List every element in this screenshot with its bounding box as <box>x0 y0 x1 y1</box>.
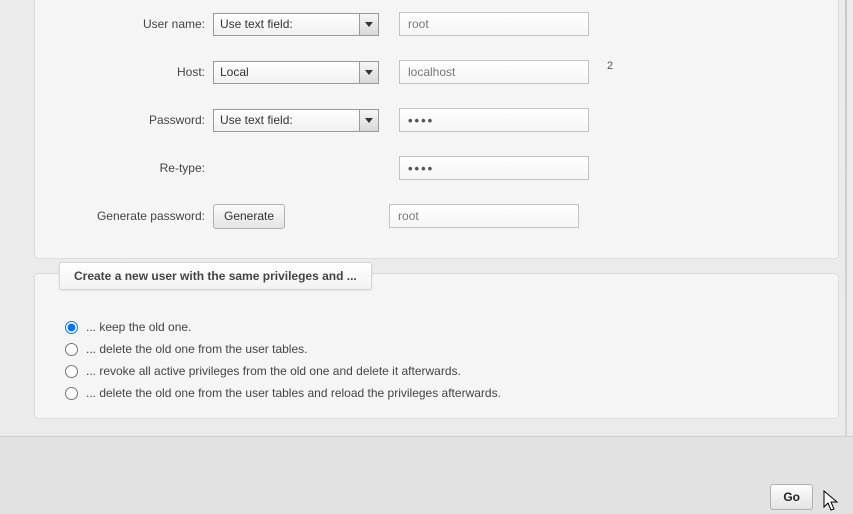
input-password-value: •••• <box>408 113 434 128</box>
chevron-down-icon <box>359 14 378 35</box>
input-password[interactable]: •••• <box>399 108 589 132</box>
select-password-mode[interactable]: Use text field: <box>213 109 379 132</box>
row-password: Password: Use text field: •••• <box>45 96 828 144</box>
go-button-label: Go <box>783 490 800 504</box>
copy-user-panel: Create a new user with the same privileg… <box>34 273 839 419</box>
host-footnote: 2 <box>607 60 613 72</box>
label-username: User name: <box>45 17 213 31</box>
label-host: Host: <box>45 65 213 79</box>
row-host: Host: Local localhost 2 <box>45 48 828 96</box>
select-username-mode-value: Use text field: <box>220 17 293 31</box>
radio-delete-reload-label[interactable]: ... delete the old one from the user tab… <box>86 386 501 400</box>
row-username: User name: Use text field: root <box>45 0 828 48</box>
chevron-down-icon <box>359 110 378 131</box>
input-generated-value: root <box>398 209 419 223</box>
chevron-down-icon <box>359 62 378 83</box>
input-username[interactable]: root <box>399 12 589 36</box>
input-retype[interactable]: •••• <box>399 156 589 180</box>
copy-user-legend: Create a new user with the same privileg… <box>59 262 372 290</box>
spacer <box>213 157 379 180</box>
input-username-value: root <box>408 17 429 31</box>
action-bar: Go <box>0 436 853 514</box>
radio-revoke[interactable] <box>65 365 78 378</box>
radio-keep[interactable] <box>65 321 78 334</box>
label-retype: Re-type: <box>45 161 213 175</box>
radio-row-delete: ... delete the old one from the user tab… <box>65 338 818 360</box>
radio-row-revoke: ... revoke all active privileges from th… <box>65 360 818 382</box>
generate-button[interactable]: Generate <box>213 204 285 229</box>
radio-row-delete-reload: ... delete the old one from the user tab… <box>65 382 818 404</box>
input-retype-value: •••• <box>408 161 434 176</box>
radio-delete[interactable] <box>65 343 78 356</box>
input-host[interactable]: localhost <box>399 60 589 84</box>
select-password-mode-value: Use text field: <box>220 113 293 127</box>
select-host-mode[interactable]: Local <box>213 61 379 84</box>
row-retype: Re-type: •••• <box>45 144 828 192</box>
go-button[interactable]: Go <box>770 484 813 510</box>
select-host-mode-value: Local <box>220 65 249 79</box>
label-generate: Generate password: <box>45 209 213 223</box>
radio-delete-reload[interactable] <box>65 387 78 400</box>
input-host-value: localhost <box>408 65 455 79</box>
row-generate: Generate password: Generate root <box>45 192 828 240</box>
radio-row-keep: ... keep the old one. <box>65 316 818 338</box>
select-username-mode[interactable]: Use text field: <box>213 13 379 36</box>
login-info-panel: User name: Use text field: root Host: Lo… <box>34 0 839 259</box>
radio-delete-label[interactable]: ... delete the old one from the user tab… <box>86 342 307 356</box>
radio-revoke-label[interactable]: ... revoke all active privileges from th… <box>86 364 461 378</box>
label-password: Password: <box>45 113 213 127</box>
cursor-icon <box>823 490 841 514</box>
generate-button-label: Generate <box>224 209 274 223</box>
radio-keep-label[interactable]: ... keep the old one. <box>86 320 191 334</box>
input-generated[interactable]: root <box>389 204 579 228</box>
